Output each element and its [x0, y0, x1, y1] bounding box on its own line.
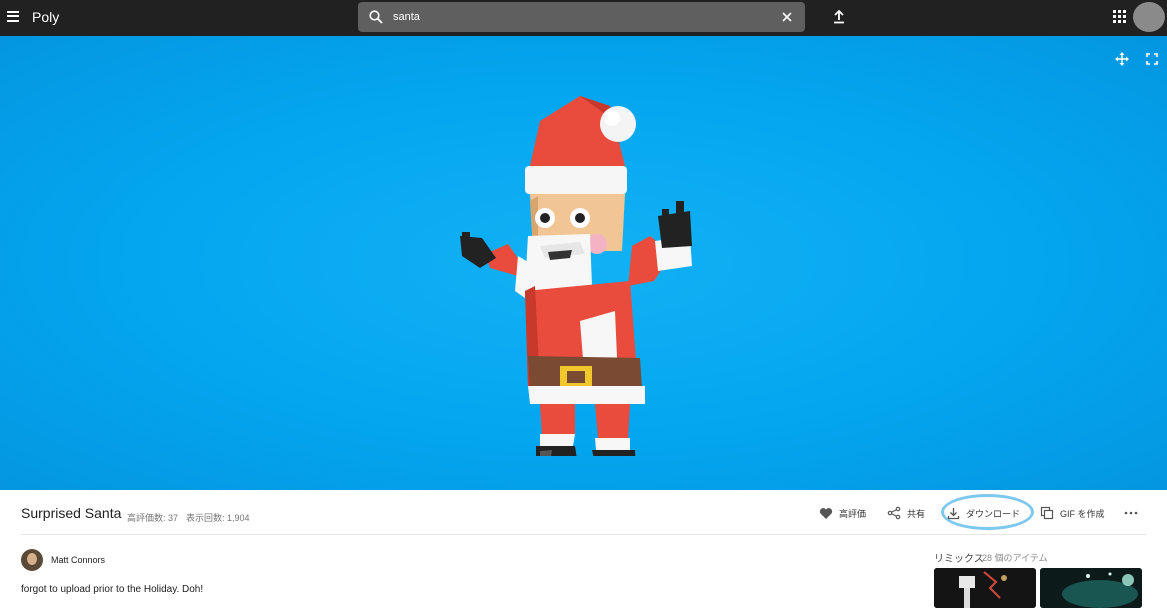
- author-avatar[interactable]: [21, 549, 43, 571]
- top-app-bar: Poly: [0, 0, 1167, 36]
- search-bar[interactable]: [358, 2, 805, 32]
- remix-thumbnail-image: [1040, 568, 1142, 608]
- model-viewer[interactable]: [0, 36, 1167, 490]
- search-input[interactable]: [393, 7, 773, 27]
- account-avatar[interactable]: [1133, 2, 1165, 32]
- share-icon: [887, 506, 901, 520]
- santa-model: [460, 96, 692, 456]
- search-icon: [369, 10, 383, 24]
- author-name[interactable]: Matt Connors: [51, 555, 105, 565]
- more-options-icon[interactable]: [1124, 510, 1138, 516]
- like-count: 高評価数: 37: [127, 513, 179, 523]
- move-icon[interactable]: [1115, 52, 1129, 66]
- copy-icon: [1040, 506, 1054, 520]
- download-label: ダウンロード: [966, 508, 1021, 519]
- view-count: 表示回数: 1,904: [186, 513, 250, 523]
- model-info: Surprised Santa 高評価数: 37 表示回数: 1,904 高評価…: [0, 490, 1167, 608]
- model-description: forgot to upload prior to the Holiday. D…: [21, 584, 204, 595]
- remix-thumbnail-image: [934, 568, 1036, 608]
- remix-label: リミックス: [934, 554, 984, 565]
- download-icon: [947, 507, 960, 519]
- create-gif-label: GIF を作成: [1060, 508, 1105, 519]
- remix-count: 28 個のアイテム: [982, 553, 1048, 563]
- menu-icon[interactable]: [6, 8, 24, 26]
- section-divider: [21, 534, 1146, 535]
- remix-thumbnail[interactable]: [934, 568, 1036, 608]
- create-gif-button[interactable]: GIF を作成: [1040, 504, 1105, 522]
- clear-icon[interactable]: [779, 9, 795, 25]
- download-button[interactable]: ダウンロード: [947, 504, 1020, 522]
- fullscreen-icon[interactable]: [1145, 52, 1159, 66]
- remix-thumbnail[interactable]: [1040, 568, 1142, 608]
- like-label: 高評価: [839, 508, 867, 519]
- apps-grid-icon[interactable]: [1113, 10, 1127, 24]
- heart-icon: [819, 507, 833, 519]
- app-logo[interactable]: Poly: [32, 9, 59, 25]
- like-button[interactable]: 高評価: [819, 504, 866, 522]
- share-button[interactable]: 共有: [887, 504, 925, 522]
- upload-icon[interactable]: [830, 8, 848, 26]
- share-label: 共有: [907, 508, 926, 519]
- model-title: Surprised Santa: [21, 505, 122, 521]
